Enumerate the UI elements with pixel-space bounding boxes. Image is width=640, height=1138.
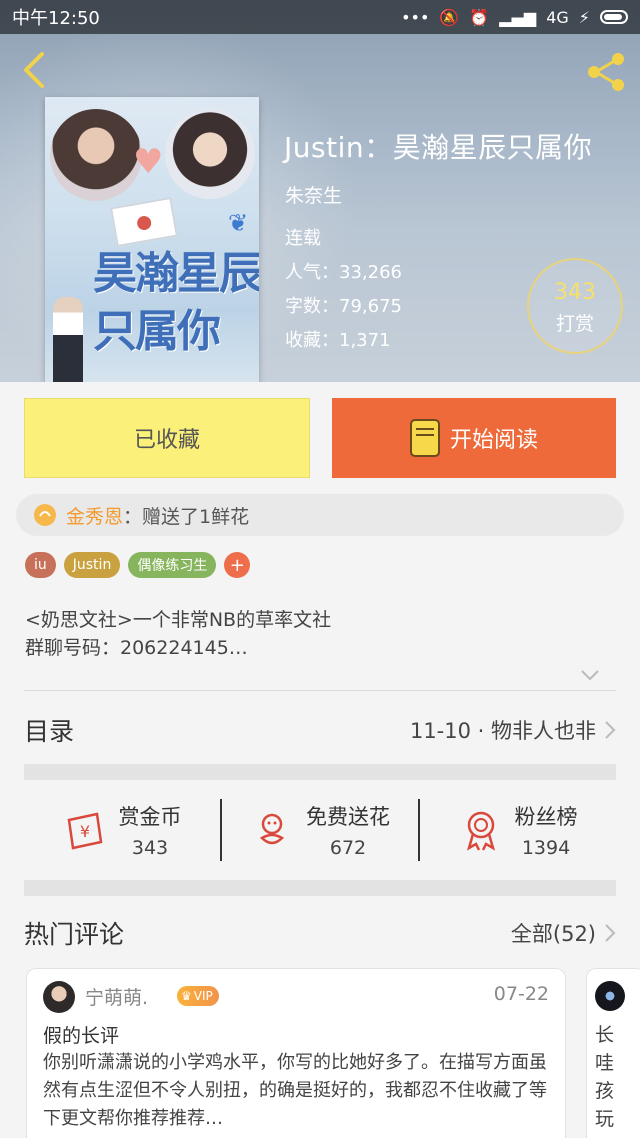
- share-icon[interactable]: [582, 48, 630, 96]
- book-title: Justin：昊瀚星辰只属你: [284, 131, 593, 164]
- more-dots-icon: •••: [401, 7, 430, 27]
- comment-title: 假的长评: [43, 1025, 120, 1047]
- tip-button[interactable]: 343 打赏: [527, 258, 623, 354]
- chevron-right-icon: [605, 721, 616, 739]
- book-popularity: 人气：33,266: [285, 262, 402, 283]
- book-favorites: 收藏：1,371: [285, 330, 391, 351]
- expand-chevron-down-icon[interactable]: [580, 668, 600, 682]
- tag-justin[interactable]: Justin: [63, 552, 121, 578]
- network-label: 4G: [546, 7, 569, 27]
- stat-reward-coins[interactable]: ¥ 赏金币 343: [24, 801, 220, 859]
- gift-notice: 金秀恩 ：赠送了1鲜花: [16, 494, 624, 536]
- all-comments-link[interactable]: 全部(52): [511, 918, 616, 948]
- avatar[interactable]: [43, 981, 75, 1013]
- hot-comments-title: 热门评论: [24, 920, 125, 949]
- description-line-2: 群聊号码：206224145…: [25, 637, 248, 659]
- heart-icon: ♥: [133, 142, 164, 182]
- book-cover[interactable]: ♥ ❦ 昊瀚星辰只属你: [45, 97, 259, 382]
- book-description[interactable]: <奶思文社>一个非常NB的草率文社 群聊号码：206224145…: [25, 606, 331, 662]
- crown-icon: ♛: [181, 989, 192, 1003]
- table-of-contents-row[interactable]: 目录 11-10 · 物非人也非: [24, 700, 616, 760]
- cover-title: 昊瀚星辰只属你: [93, 248, 259, 357]
- start-reading-label: 开始阅读: [449, 428, 538, 453]
- tip-count: 343: [554, 280, 596, 305]
- butterfly-icon: ❦: [228, 209, 249, 237]
- comment-username[interactable]: 宁萌萌.: [85, 983, 148, 1010]
- svg-text:¥: ¥: [79, 822, 89, 841]
- comment-body: 你别听潇潇说的小学鸡水平，你写的比她好多了。在描写方面虽然有点生涩但不令人别扭，…: [43, 1052, 547, 1129]
- tag-iu[interactable]: iu: [25, 552, 56, 578]
- hot-comments-header: 热门评论 全部(52): [24, 905, 616, 961]
- stat-value: 343: [131, 837, 169, 859]
- comment-card[interactable]: 宁萌萌. ♛ VIP 07-22 假的长评 你别听潇潇说的小学鸡水平，你写的比她…: [26, 968, 566, 1138]
- stat-value: 1394: [521, 837, 571, 859]
- comment-peek-text: 长 哇 孩 玩: [595, 1024, 615, 1130]
- vip-badge: ♛ VIP: [177, 986, 219, 1006]
- reward-coin-icon: ¥: [67, 812, 102, 850]
- status-time: 中午12:50: [12, 8, 100, 29]
- stats-bar: ¥ 赏金币 343 免费送花 672 粉丝榜 1394: [24, 788, 616, 872]
- divider: [24, 690, 616, 691]
- ribbon-medal-icon: [466, 811, 495, 851]
- book-status: 连载: [285, 228, 321, 249]
- cover-figure: [53, 297, 83, 382]
- stat-fan-ranking[interactable]: 粉丝榜 1394: [420, 801, 616, 859]
- battery-icon: [600, 10, 628, 24]
- gift-text: ：赠送了1鲜花: [123, 505, 250, 528]
- status-bar: 中午12:50 ••• 🔕 ⏰ ▂▄▆ 4G ⚡: [0, 0, 640, 34]
- tip-label: 打赏: [555, 313, 594, 335]
- latest-chapter: 11-10 · 物非人也非: [409, 719, 596, 743]
- envelope-icon: [109, 196, 179, 248]
- add-tag-button[interactable]: +: [224, 552, 251, 578]
- stat-label: 免费送花: [306, 805, 390, 829]
- comment-card[interactable]: 长 哇 孩 玩: [586, 968, 640, 1138]
- stat-label: 粉丝榜: [514, 805, 578, 829]
- all-comments-label: 全部(52): [510, 922, 596, 946]
- tag-idol-trainee[interactable]: 偶像练习生: [128, 552, 217, 578]
- section-separator: [24, 880, 616, 896]
- back-arrow-icon[interactable]: [14, 48, 58, 92]
- favorited-button[interactable]: 已收藏: [24, 398, 310, 478]
- chevron-right-icon: [605, 924, 616, 942]
- cover-portrait-right: [165, 109, 255, 199]
- book-icon: [409, 419, 440, 457]
- toc-title: 目录: [24, 717, 75, 746]
- charging-icon: ⚡: [578, 7, 590, 27]
- flower-icon: [259, 813, 285, 845]
- section-separator: [24, 764, 616, 780]
- comment-date: 07-22: [493, 983, 549, 1005]
- alarm-icon: ⏰: [469, 7, 490, 27]
- stat-value: 672: [329, 837, 367, 859]
- stat-free-flowers[interactable]: 免费送花 672: [222, 801, 418, 859]
- description-line-1: <奶思文社>一个非常NB的草率文社: [25, 609, 332, 631]
- book-author[interactable]: 朱奈生: [285, 181, 342, 208]
- gift-user[interactable]: 金秀恩: [66, 502, 123, 529]
- book-word-count: 字数：79,675: [285, 296, 402, 317]
- vip-badge-label: VIP: [193, 989, 213, 1003]
- mute-bell-icon: 🔕: [439, 7, 460, 27]
- stat-label: 赏金币: [118, 805, 182, 829]
- signal-icon: ▂▄▆: [499, 7, 537, 27]
- book-header: 中午12:50 ••• 🔕 ⏰ ▂▄▆ 4G ⚡ ♥ ❦ 昊瀚星辰只属你 Jus…: [0, 0, 640, 382]
- start-reading-button[interactable]: 开始阅读: [332, 398, 616, 478]
- cover-portrait-left: [50, 109, 142, 201]
- avatar[interactable]: [595, 981, 625, 1011]
- tag-list: iu Justin 偶像练习生 +: [25, 552, 251, 578]
- flower-gift-icon: [34, 504, 56, 526]
